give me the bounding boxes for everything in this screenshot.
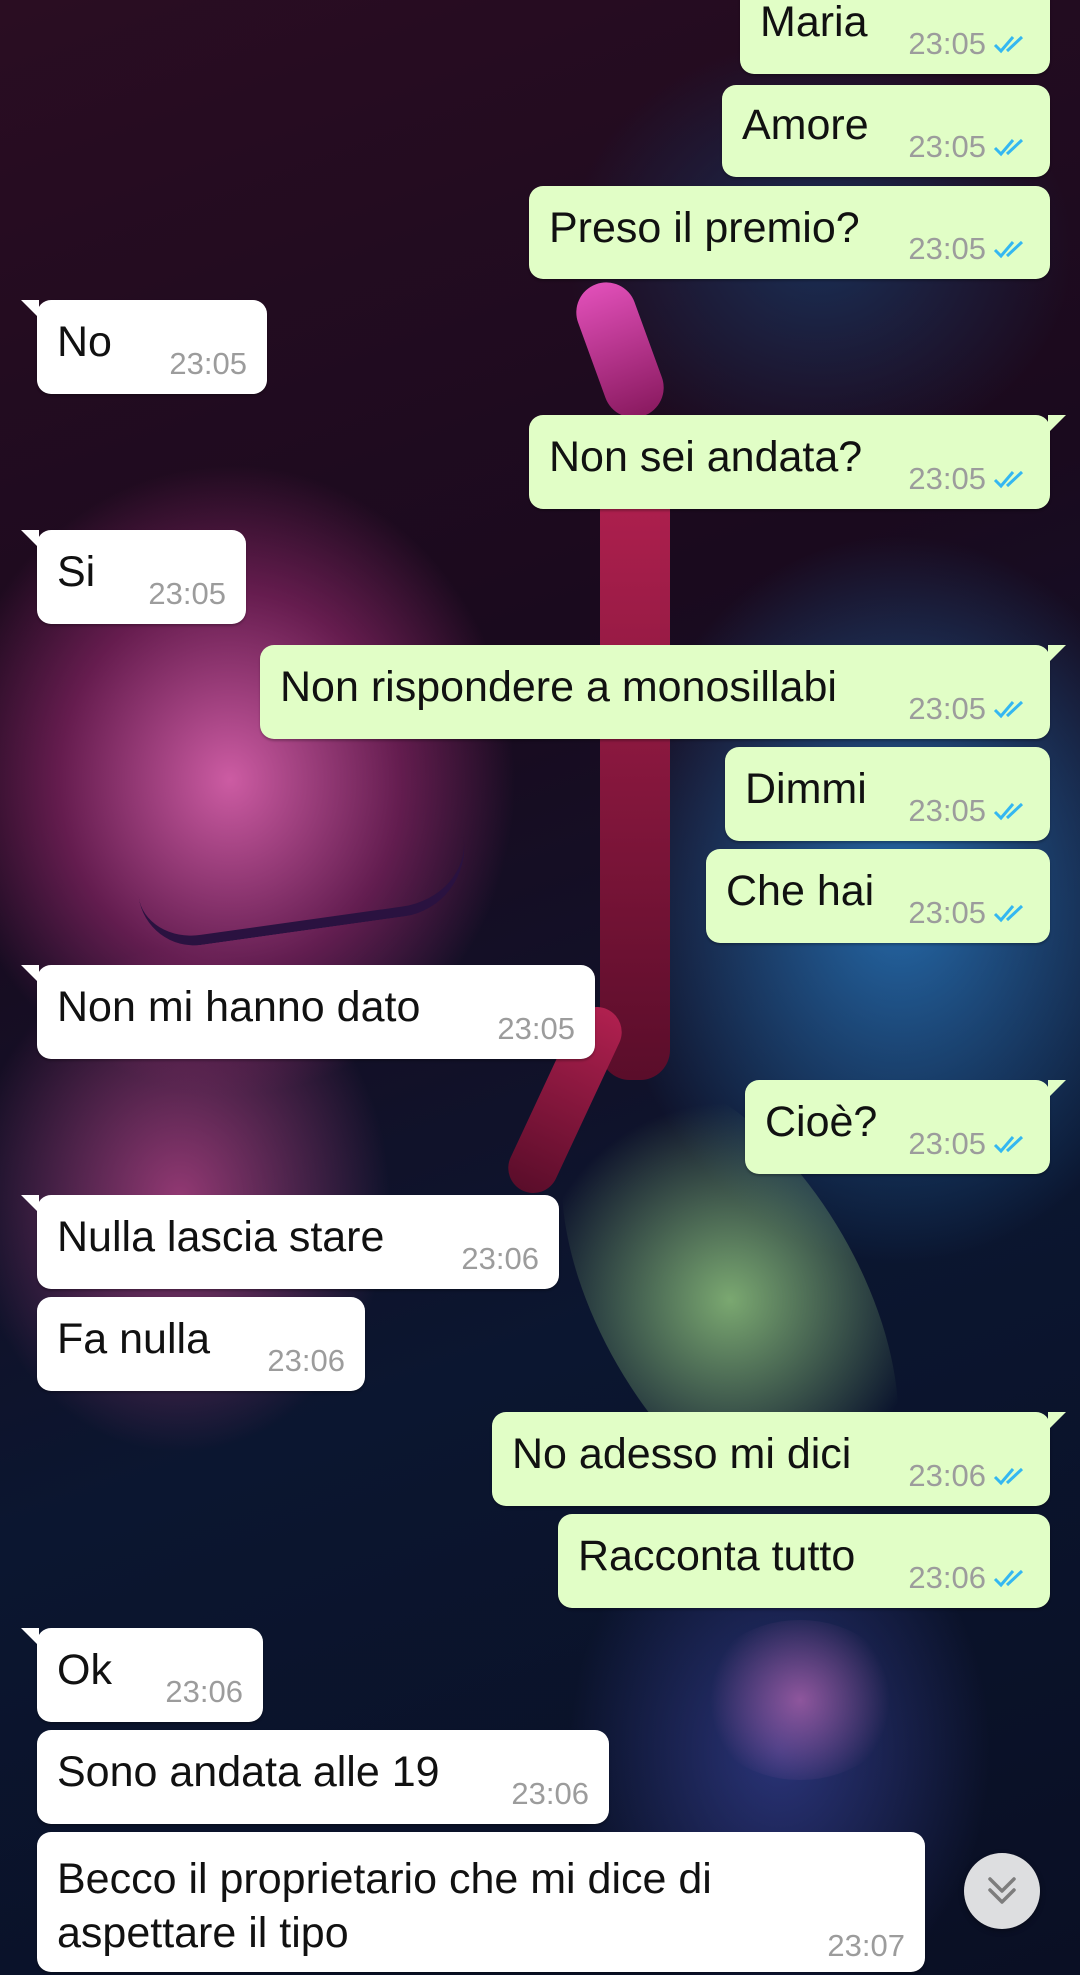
message-meta: 23:05 xyxy=(908,1126,1030,1162)
message-bubble-outgoing[interactable]: Non sei andata? 23:05 xyxy=(529,415,1066,509)
message-text: Non sei andata? xyxy=(549,433,863,481)
message-time: 23:06 xyxy=(908,1458,986,1493)
message-time: 23:06 xyxy=(267,1343,345,1378)
message-text: Cioè? xyxy=(765,1098,878,1146)
message-meta: 23:05 xyxy=(908,793,1030,829)
message-bubble-incoming[interactable]: Becco il proprietario che mi dice di asp… xyxy=(37,1832,925,1972)
read-ticks-icon xyxy=(993,904,1024,923)
message-meta: 23:05 xyxy=(497,1011,575,1047)
message-bubble-outgoing[interactable]: Dimmi 23:05 xyxy=(725,747,1050,841)
message-meta: 23:05 xyxy=(908,26,1030,62)
message-time: 23:06 xyxy=(165,1674,243,1709)
read-ticks-icon xyxy=(993,1135,1024,1154)
message-time: 23:05 xyxy=(908,231,986,266)
message-meta: 23:06 xyxy=(908,1560,1030,1596)
message-bubble-incoming[interactable]: Nulla lascia stare 23:06 xyxy=(21,1195,559,1289)
message-meta: 23:05 xyxy=(908,231,1030,267)
message-text: Che hai xyxy=(726,867,875,915)
message-bubble-outgoing[interactable]: Cioè? 23:05 xyxy=(745,1080,1066,1174)
message-bubble-incoming[interactable]: Si 23:05 xyxy=(21,530,246,624)
message-text: Non mi hanno dato xyxy=(57,983,421,1031)
read-ticks-icon xyxy=(993,1569,1024,1588)
message-meta: 23:06 xyxy=(511,1776,589,1812)
message-text: Fa nulla xyxy=(57,1315,210,1363)
message-meta: 23:06 xyxy=(165,1674,243,1710)
message-bubble-outgoing[interactable]: Preso il premio? 23:05 xyxy=(529,186,1050,279)
read-ticks-icon xyxy=(993,35,1024,54)
message-bubble-outgoing[interactable]: Racconta tutto 23:06 xyxy=(558,1514,1050,1608)
message-meta: 23:06 xyxy=(908,1458,1030,1494)
message-bubble-incoming[interactable]: Ok 23:06 xyxy=(21,1628,263,1722)
message-time: 23:06 xyxy=(908,1560,986,1595)
message-meta: 23:05 xyxy=(908,461,1030,497)
message-text: Ok xyxy=(57,1646,112,1694)
message-time: 23:05 xyxy=(908,129,986,164)
message-bubble-outgoing[interactable]: Maria 23:05 xyxy=(740,0,1050,74)
message-time: 23:06 xyxy=(511,1776,589,1811)
message-meta: 23:05 xyxy=(908,129,1030,165)
message-text: Sono andata alle 19 xyxy=(57,1748,440,1796)
message-text: No xyxy=(57,318,112,366)
message-text: No adesso mi dici xyxy=(512,1430,852,1478)
read-ticks-icon xyxy=(993,700,1024,719)
message-text: Racconta tutto xyxy=(578,1532,856,1580)
message-meta: 23:05 xyxy=(908,691,1030,727)
read-ticks-icon xyxy=(993,802,1024,821)
scroll-to-bottom-button[interactable] xyxy=(964,1853,1040,1929)
message-bubble-outgoing[interactable]: Amore 23:05 xyxy=(722,85,1050,177)
message-text: Preso il premio? xyxy=(549,204,860,252)
message-text-line: aspettare il tipo xyxy=(57,1909,349,1957)
message-text: Amore xyxy=(742,101,869,149)
message-time: 23:05 xyxy=(497,1011,575,1046)
message-bubble-outgoing[interactable]: No adesso mi dici 23:06 xyxy=(492,1412,1066,1506)
message-meta: 23:05 xyxy=(908,895,1030,931)
message-time: 23:05 xyxy=(148,576,226,611)
message-text: Nulla lascia stare xyxy=(57,1213,385,1261)
message-bubble-outgoing[interactable]: Che hai 23:05 xyxy=(706,849,1050,943)
read-ticks-icon xyxy=(993,1467,1024,1486)
message-meta: 23:06 xyxy=(267,1343,345,1379)
message-time: 23:07 xyxy=(827,1928,905,1963)
message-text: Si xyxy=(57,548,96,596)
read-ticks-icon xyxy=(993,470,1024,489)
message-bubble-incoming[interactable]: No 23:05 xyxy=(21,300,267,394)
message-time: 23:06 xyxy=(461,1241,539,1276)
message-time: 23:05 xyxy=(908,26,986,61)
read-ticks-icon xyxy=(993,138,1024,157)
double-chevron-down-icon xyxy=(988,1877,1016,1904)
message-meta: 23:05 xyxy=(169,346,247,382)
message-time: 23:05 xyxy=(908,895,986,930)
message-time: 23:05 xyxy=(908,461,986,496)
message-meta: 23:07 xyxy=(827,1928,905,1964)
message-bubble-incoming[interactable]: Fa nulla 23:06 xyxy=(37,1297,365,1391)
message-text: Maria xyxy=(760,0,868,46)
message-list[interactable]: Maria 23:05 Amore 23:05 Preso il premio?… xyxy=(0,0,1080,1975)
message-time: 23:05 xyxy=(908,691,986,726)
message-time: 23:05 xyxy=(169,346,247,381)
message-text: Non rispondere a monosillabi xyxy=(280,663,837,711)
message-text-line: Becco il proprietario che mi dice di xyxy=(57,1855,712,1903)
message-time: 23:05 xyxy=(908,1126,986,1161)
message-meta: 23:05 xyxy=(148,576,226,612)
message-time: 23:05 xyxy=(908,793,986,828)
message-bubble-incoming[interactable]: Non mi hanno dato 23:05 xyxy=(21,965,595,1059)
message-bubble-outgoing[interactable]: Non rispondere a monosillabi 23:05 xyxy=(260,645,1066,739)
message-meta: 23:06 xyxy=(461,1241,539,1277)
message-text: Dimmi xyxy=(745,765,867,813)
message-bubble-incoming[interactable]: Sono andata alle 19 23:06 xyxy=(37,1730,609,1824)
read-ticks-icon xyxy=(993,240,1024,259)
